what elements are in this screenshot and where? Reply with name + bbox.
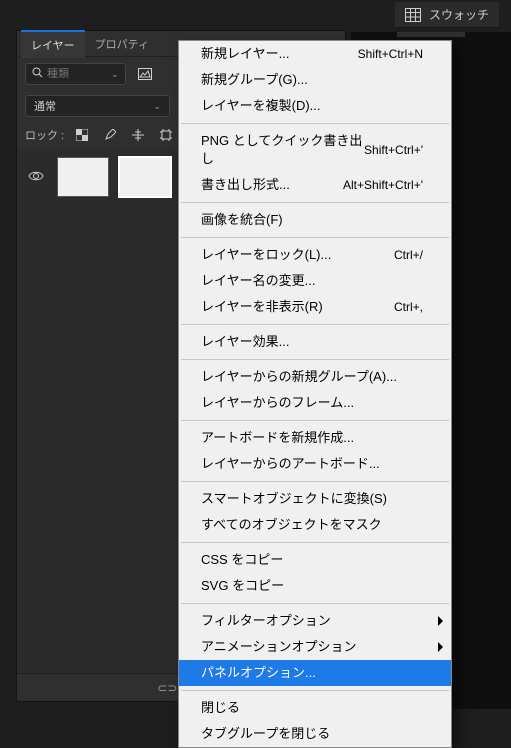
menu-artboard-from-layers[interactable]: レイヤーからのアートボード... (179, 451, 451, 477)
chevron-down-icon: ⌄ (111, 69, 119, 80)
menu-copy-css[interactable]: CSS をコピー (179, 547, 451, 573)
blend-mode-select[interactable]: 通常 ⌄ (25, 95, 170, 117)
menu-separator (181, 420, 449, 421)
layer-thumbnail[interactable] (119, 157, 171, 197)
menu-separator (181, 690, 449, 691)
menu-copy-svg[interactable]: SVG をコピー (179, 573, 451, 599)
chevron-down-icon: ⌄ (153, 101, 161, 112)
menu-separator (181, 123, 449, 124)
menu-separator (181, 202, 449, 203)
menu-duplicate-layer[interactable]: レイヤーを複製(D)... (179, 93, 451, 119)
menu-convert-smart-object[interactable]: スマートオブジェクトに変換(S) (179, 486, 451, 512)
menu-new-artboard[interactable]: アートボードを新規作成... (179, 425, 451, 451)
menu-group-from-layers[interactable]: レイヤーからの新規グループ(A)... (179, 364, 451, 390)
blend-mode-value: 通常 (34, 98, 56, 114)
menu-panel-options[interactable]: パネルオプション... (179, 660, 451, 686)
tab-properties[interactable]: プロパティ (85, 31, 159, 57)
visibility-toggle[interactable] (25, 169, 47, 185)
menu-separator (181, 237, 449, 238)
filter-input[interactable] (47, 68, 107, 80)
layer-thumbnail[interactable] (57, 157, 109, 197)
panel-context-menu: 新規レイヤー...Shift+Ctrl+N 新規グループ(G)... レイヤーを… (178, 40, 452, 748)
filter-icons (134, 63, 156, 85)
tab-layers[interactable]: レイヤー (21, 30, 85, 58)
menu-new-group[interactable]: 新規グループ(G)... (179, 67, 451, 93)
menu-separator (181, 324, 449, 325)
menu-filter-options[interactable]: フィルターオプション (179, 608, 451, 634)
search-icon (32, 67, 43, 81)
swatch-panel-tab[interactable]: スウォッチ (395, 2, 499, 28)
link-layers-icon[interactable]: ⊂⊃ (157, 681, 177, 695)
lock-label: ロック : (25, 127, 64, 143)
menu-separator (181, 481, 449, 482)
menu-flatten-image[interactable]: 画像を統合(F) (179, 207, 451, 233)
filter-pixel-icon[interactable] (134, 63, 156, 85)
menu-separator (181, 542, 449, 543)
menu-new-layer[interactable]: 新規レイヤー...Shift+Ctrl+N (179, 41, 451, 67)
menu-separator (181, 603, 449, 604)
lock-transparency-icon[interactable] (74, 127, 90, 143)
lock-paint-icon[interactable] (102, 127, 118, 143)
menu-mask-all-objects[interactable]: すべてのオブジェクトをマスク (179, 512, 451, 538)
swatch-grid-icon (405, 8, 421, 22)
menu-hide-layer[interactable]: レイヤーを非表示(R)Ctrl+, (179, 294, 451, 320)
menu-close[interactable]: 閉じる (179, 695, 451, 721)
lock-artboard-icon[interactable] (158, 127, 174, 143)
filter-type-select[interactable]: ⌄ (25, 63, 126, 85)
menu-export-as[interactable]: 書き出し形式...Alt+Shift+Ctrl+' (179, 172, 451, 198)
swatch-panel-label: スウォッチ (429, 6, 489, 23)
menu-lock-layer[interactable]: レイヤーをロック(L)...Ctrl+/ (179, 242, 451, 268)
menu-rename-layer[interactable]: レイヤー名の変更... (179, 268, 451, 294)
menu-animation-options[interactable]: アニメーションオプション (179, 634, 451, 660)
menu-separator (181, 359, 449, 360)
menu-png-quick-export[interactable]: PNG としてクイック書き出しShift+Ctrl+' (179, 128, 451, 172)
menu-frame-from-layers[interactable]: レイヤーからのフレーム... (179, 390, 451, 416)
lock-position-icon[interactable] (130, 127, 146, 143)
menu-close-tab-group[interactable]: タブグループを閉じる (179, 721, 451, 747)
menu-layer-effects[interactable]: レイヤー効果... (179, 329, 451, 355)
